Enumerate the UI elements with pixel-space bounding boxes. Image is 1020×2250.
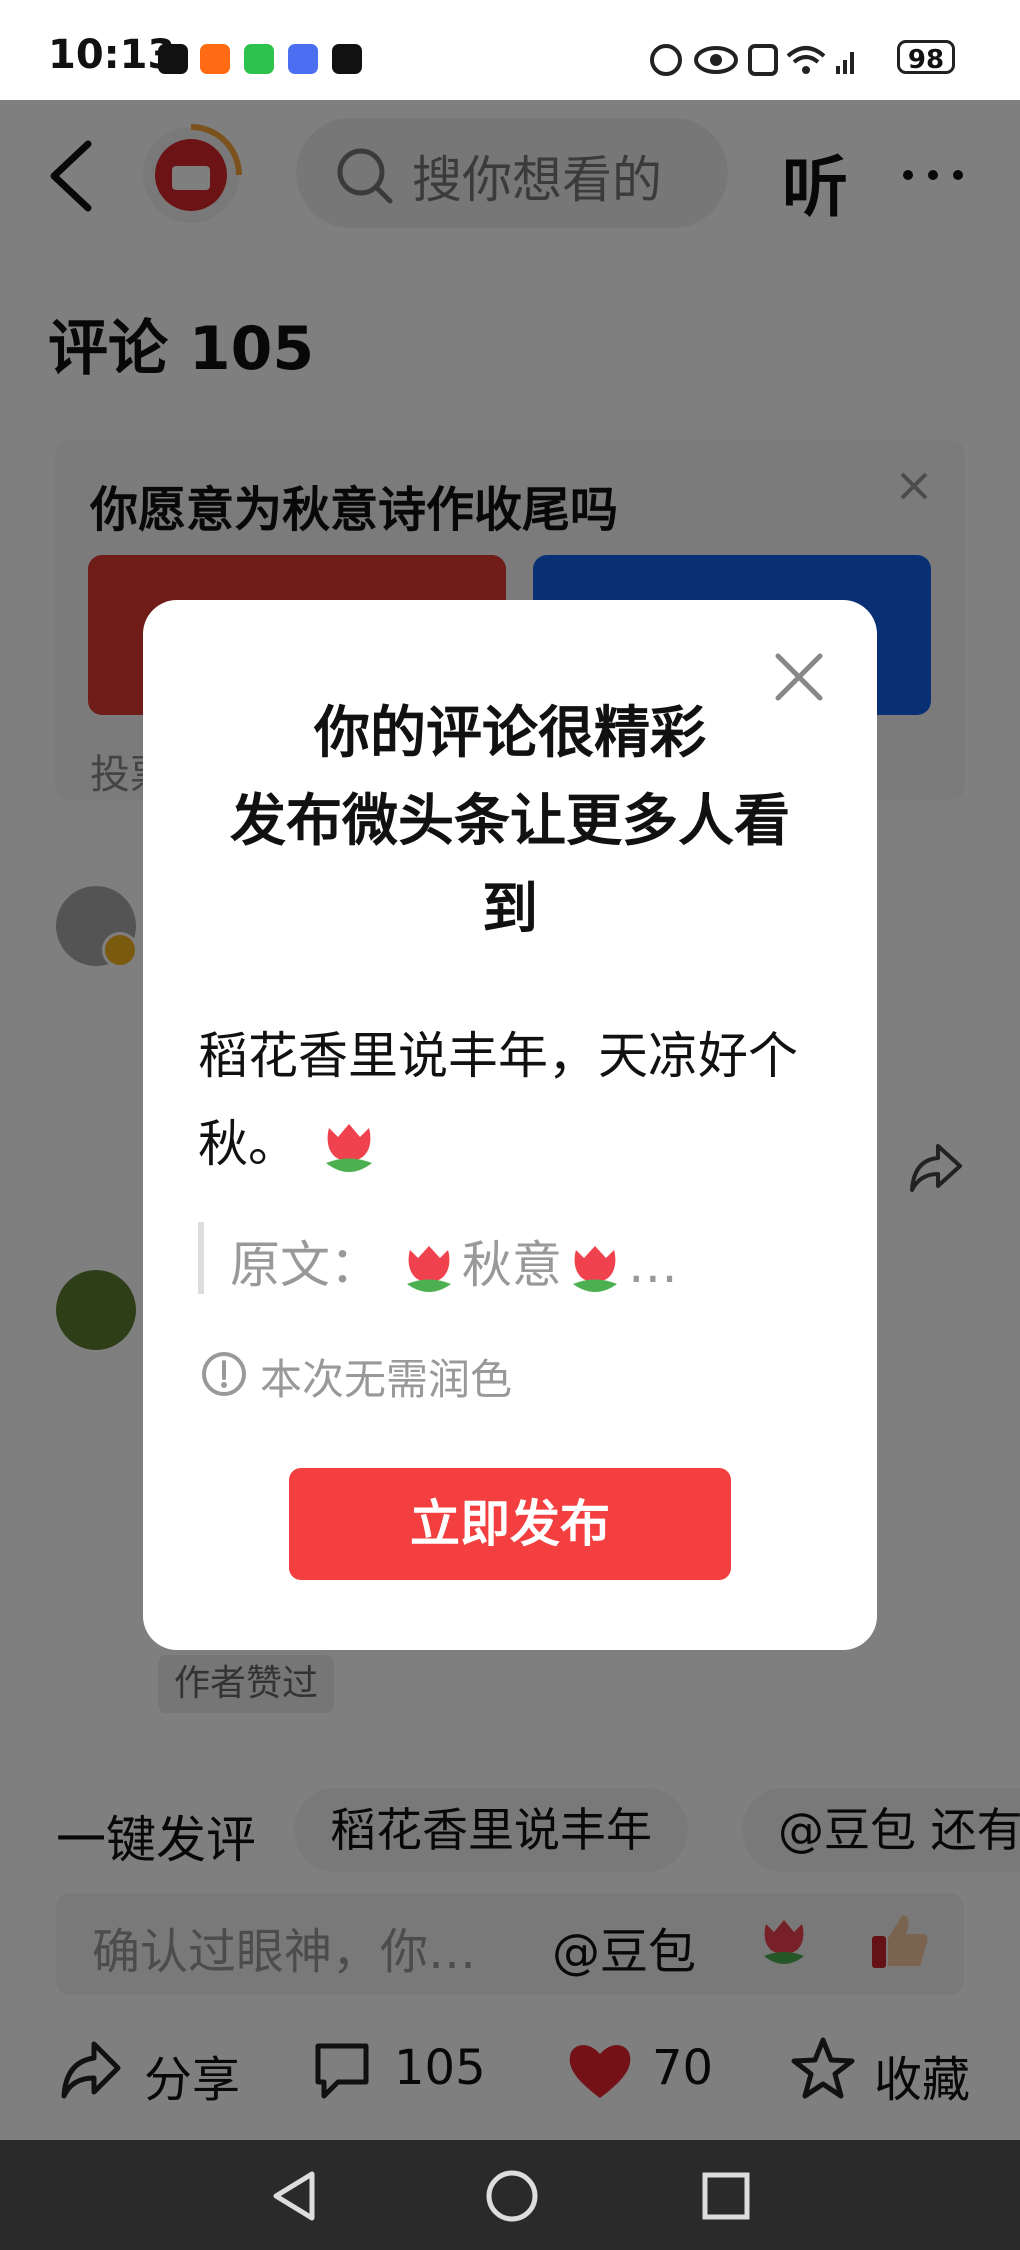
signal-icon [836, 52, 854, 74]
quote-bar [198, 1222, 204, 1294]
quote-word: 秋意 [461, 1236, 562, 1294]
comment-preview: 稻花香里说丰年，天凉好个秋。 [198, 1012, 838, 1188]
status-time: 10:13 [48, 32, 176, 78]
info-icon [202, 1352, 246, 1396]
capcut-icon [332, 44, 362, 74]
tulip-icon [572, 1245, 617, 1292]
modal-title-line1: 你的评论很精彩 [314, 701, 706, 766]
modal-title: 你的评论很精彩 发布微头条让更多人看到 [143, 690, 877, 954]
original-quote: 原文： 秋意 … [230, 1225, 678, 1302]
system-status-icons [650, 44, 854, 76]
tulip-icon [325, 1123, 372, 1172]
wechat-icon [244, 44, 274, 74]
music-icon [288, 44, 318, 74]
eye-icon [694, 46, 738, 74]
status-bar: 10:13 98 [0, 0, 1020, 100]
polish-note: 本次无需润色 [260, 1355, 513, 1404]
modal-title-line2: 发布微头条让更多人看到 [230, 789, 790, 942]
wifi-icon [786, 46, 826, 74]
tulip-icon [406, 1245, 451, 1292]
quote-prefix: 原文： [230, 1236, 380, 1294]
quote-ellipsis: … [627, 1236, 678, 1294]
nav-back-icon[interactable] [268, 2168, 320, 2224]
nav-recents-icon[interactable] [700, 2170, 752, 2222]
nfc-n-icon [748, 44, 778, 76]
comment-text: 稻花香里说丰年，天凉好个秋。 [198, 1027, 798, 1173]
nfc-icon [650, 44, 682, 76]
tiktok-icon [158, 44, 188, 74]
store-icon [200, 44, 230, 74]
publish-button[interactable]: 立即发布 [289, 1468, 731, 1580]
battery-indicator: 98 [897, 40, 955, 75]
nav-home-icon[interactable] [484, 2168, 540, 2224]
